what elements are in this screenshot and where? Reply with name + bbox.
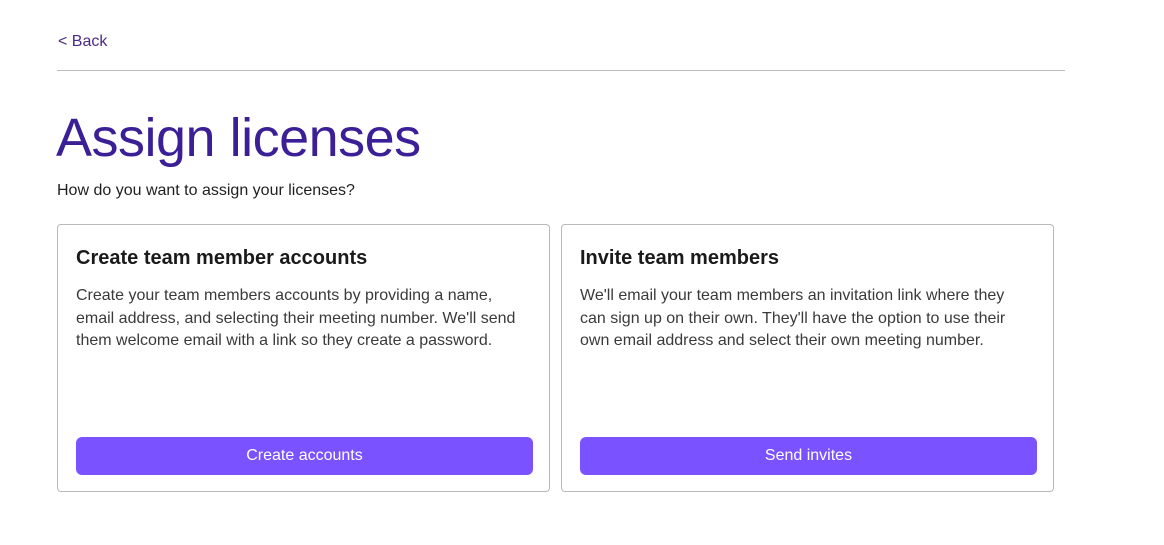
card-title: Create team member accounts [76, 247, 368, 269]
invite-members-card: Invite team members We'll email your tea… [561, 224, 1054, 492]
back-link[interactable]: < Back [58, 33, 107, 51]
card-description: Create your team members accounts by pro… [76, 287, 516, 349]
card-title: Invite team members [580, 247, 779, 269]
send-invites-button[interactable]: Send invites [580, 437, 1037, 475]
page-title: Assign licenses [56, 108, 421, 168]
assign-licenses-page: < Back Assign licenses How do you want t… [0, 0, 1164, 545]
card-description: We'll email your team members an invitat… [580, 287, 1006, 349]
header-divider [57, 70, 1065, 71]
page-subtitle: How do you want to assign your licenses? [57, 182, 355, 199]
create-accounts-button[interactable]: Create accounts [76, 437, 533, 475]
create-accounts-card: Create team member accounts Create your … [57, 224, 550, 492]
